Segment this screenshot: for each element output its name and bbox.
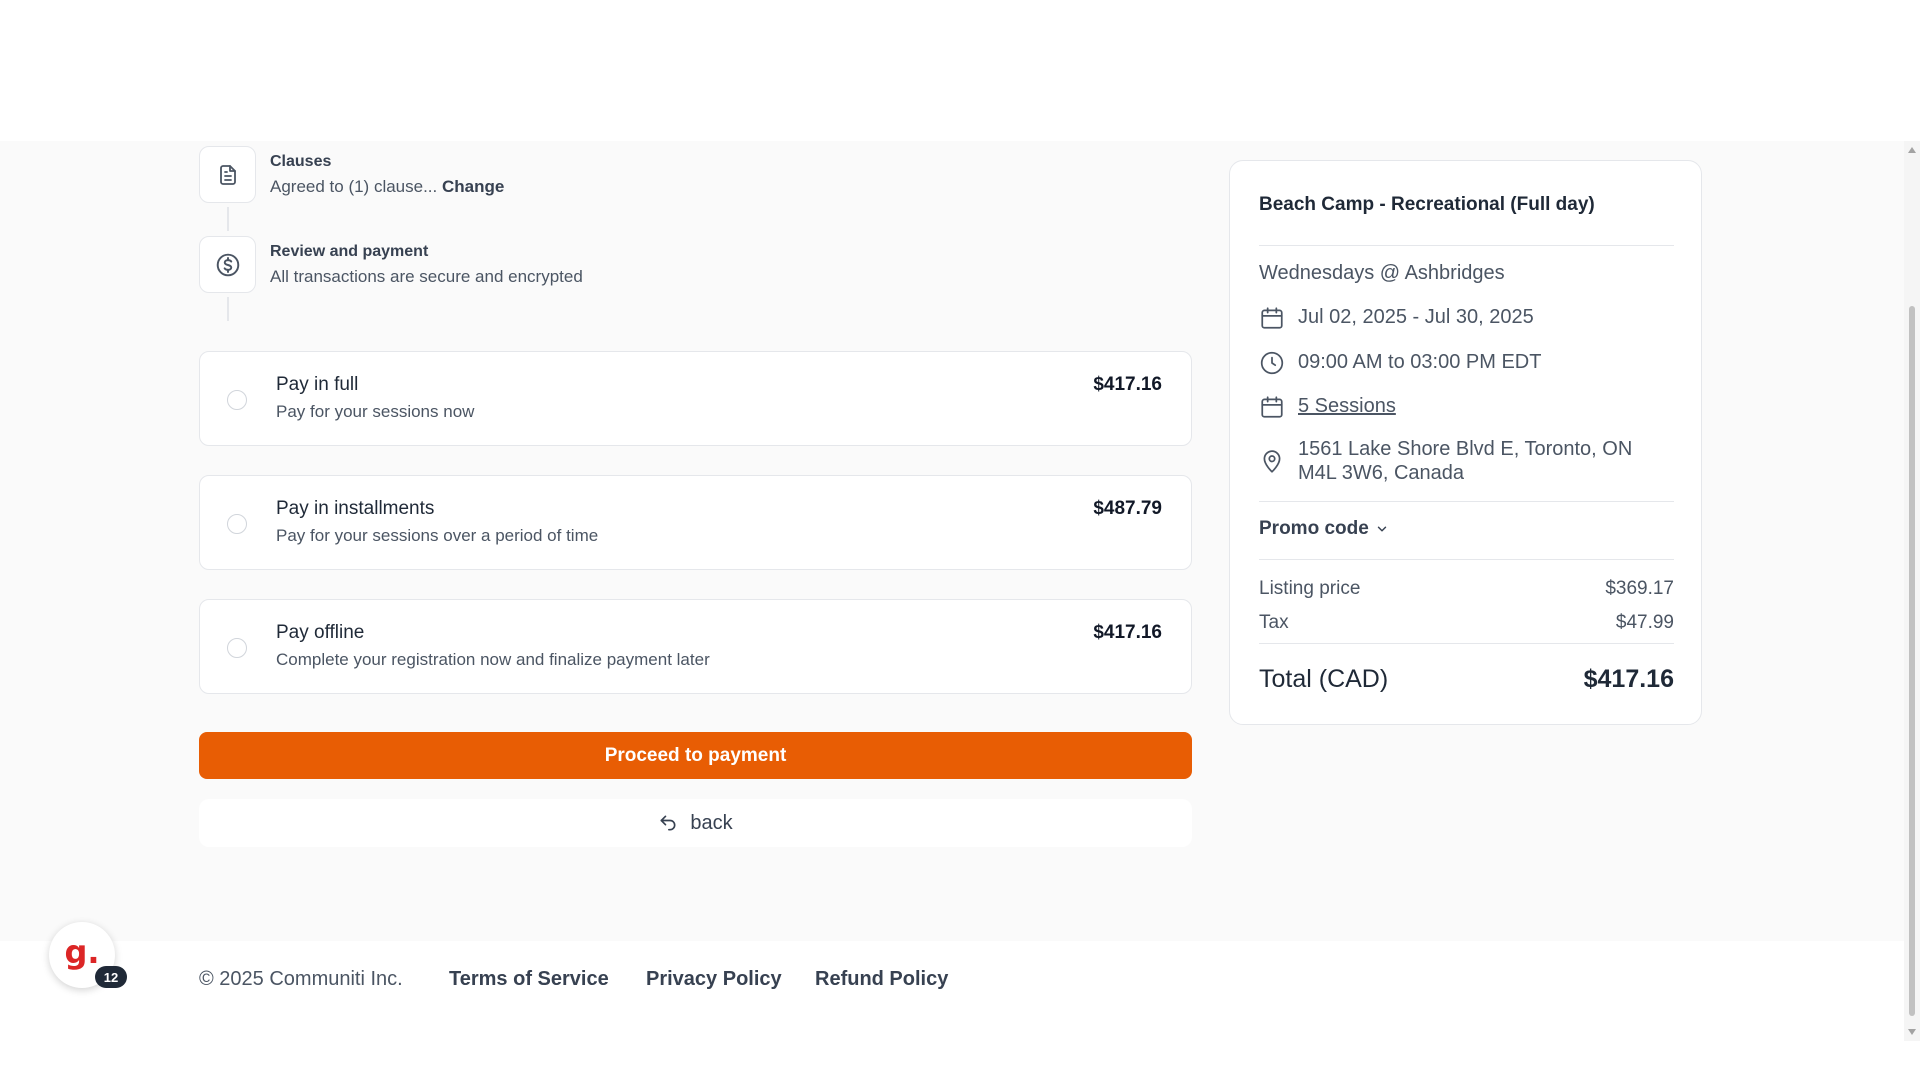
sessions-row: 5 Sessions	[1259, 394, 1396, 420]
option-title: Pay in full	[276, 374, 359, 395]
promo-code-toggle[interactable]: Promo code	[1259, 518, 1389, 540]
radio-pay-in-installments[interactable]	[227, 514, 247, 534]
widget-logo: g.	[64, 933, 100, 971]
option-price: $487.79	[1093, 498, 1162, 519]
calendar-icon	[1261, 307, 1283, 329]
step-clauses: Clauses Agreed to (1) clause... Change	[199, 146, 504, 203]
step-connector	[227, 207, 229, 231]
payment-option-offline[interactable]: Pay offline Complete your registration n…	[199, 599, 1192, 694]
calendar-icon	[1261, 396, 1283, 418]
address-row: 1561 Lake Shore Blvd E, Toronto, ON M4L …	[1259, 437, 1632, 485]
copyright-text: © 2025 Communiti Inc.	[199, 968, 403, 990]
privacy-policy-link[interactable]: Privacy Policy	[646, 968, 782, 991]
footer	[0, 941, 1904, 1080]
dollar-circle-icon	[199, 236, 256, 293]
listing-price-value: $369.17	[1605, 578, 1674, 599]
radio-pay-in-full[interactable]	[227, 390, 247, 410]
listing-price-label: Listing price	[1259, 578, 1361, 599]
refund-policy-link[interactable]: Refund Policy	[815, 968, 948, 991]
address-line-2: M4L 3W6, Canada	[1298, 462, 1465, 484]
payment-option-full[interactable]: Pay in full Pay for your sessions now $4…	[199, 351, 1192, 446]
divider	[1259, 559, 1674, 560]
radio-pay-offline[interactable]	[227, 638, 247, 658]
back-button[interactable]: back	[199, 799, 1192, 847]
chevron-down-icon	[1377, 526, 1387, 532]
divider	[1259, 245, 1674, 246]
date-range: Jul 02, 2025 - Jul 30, 2025	[1298, 306, 1534, 328]
scroll-thumb[interactable]	[1909, 306, 1915, 1016]
date-range-row: Jul 02, 2025 - Jul 30, 2025	[1259, 305, 1534, 331]
option-title: Pay in installments	[276, 498, 435, 519]
option-subtitle: Pay for your sessions over a period of t…	[276, 526, 599, 545]
notification-badge: 12	[95, 966, 127, 988]
step-review-payment: Review and payment All transactions are …	[199, 236, 583, 293]
step-review-subtitle: All transactions are secure and encrypte…	[270, 266, 583, 286]
chat-widget-button[interactable]: g. 12	[49, 922, 127, 988]
option-subtitle: Complete your registration now and final…	[276, 650, 710, 669]
back-label: back	[690, 811, 733, 834]
total-label: Total (CAD)	[1259, 665, 1389, 693]
step-clauses-subtitle: Agreed to (1) clause...	[270, 176, 438, 196]
schedule-name: Wednesdays @ Ashbridges	[1259, 262, 1505, 284]
program-title: Beach Camp - Recreational (Full day)	[1259, 194, 1595, 215]
terms-of-service-link[interactable]: Terms of Service	[449, 968, 609, 991]
change-clauses-link[interactable]: Change	[442, 177, 504, 196]
step-review-title: Review and payment	[270, 242, 429, 260]
undo-arrow-icon	[660, 815, 676, 831]
tax-row: Tax $47.99	[1259, 612, 1674, 634]
divider	[1259, 501, 1674, 502]
divider	[1259, 643, 1674, 644]
address-line-1: 1561 Lake Shore Blvd E, Toronto, ON	[1298, 438, 1633, 460]
sessions-link[interactable]: 5 Sessions	[1298, 394, 1396, 418]
map-pin-icon	[1263, 450, 1281, 473]
scroll-up-arrow-icon[interactable]	[1908, 147, 1916, 153]
proceed-to-payment-button[interactable]: Proceed to payment	[199, 732, 1192, 779]
time-range-row: 09:00 AM to 03:00 PM EDT	[1259, 350, 1541, 376]
top-bar	[0, 0, 1904, 141]
total-value: $417.16	[1583, 665, 1674, 693]
tax-label: Tax	[1259, 612, 1289, 633]
option-subtitle: Pay for your sessions now	[276, 402, 475, 421]
document-icon	[199, 146, 256, 203]
promo-code-label: Promo code	[1259, 518, 1369, 539]
scroll-down-arrow-icon[interactable]	[1908, 1029, 1916, 1035]
clock-icon	[1260, 351, 1284, 375]
option-title: Pay offline	[276, 622, 365, 643]
scrollbar[interactable]	[1904, 141, 1920, 1041]
step-clauses-title: Clauses	[270, 152, 332, 170]
time-range: 09:00 AM to 03:00 PM EDT	[1298, 351, 1542, 373]
listing-price-row: Listing price $369.17	[1259, 578, 1674, 600]
order-summary-card: Beach Camp - Recreational (Full day) Wed…	[1229, 160, 1702, 725]
option-price: $417.16	[1093, 622, 1162, 643]
payment-option-installments[interactable]: Pay in installments Pay for your session…	[199, 475, 1192, 570]
tax-value: $47.99	[1615, 612, 1674, 633]
step-connector	[227, 297, 229, 321]
total-row: Total (CAD) $417.16	[1259, 665, 1674, 694]
option-price: $417.16	[1093, 374, 1162, 395]
